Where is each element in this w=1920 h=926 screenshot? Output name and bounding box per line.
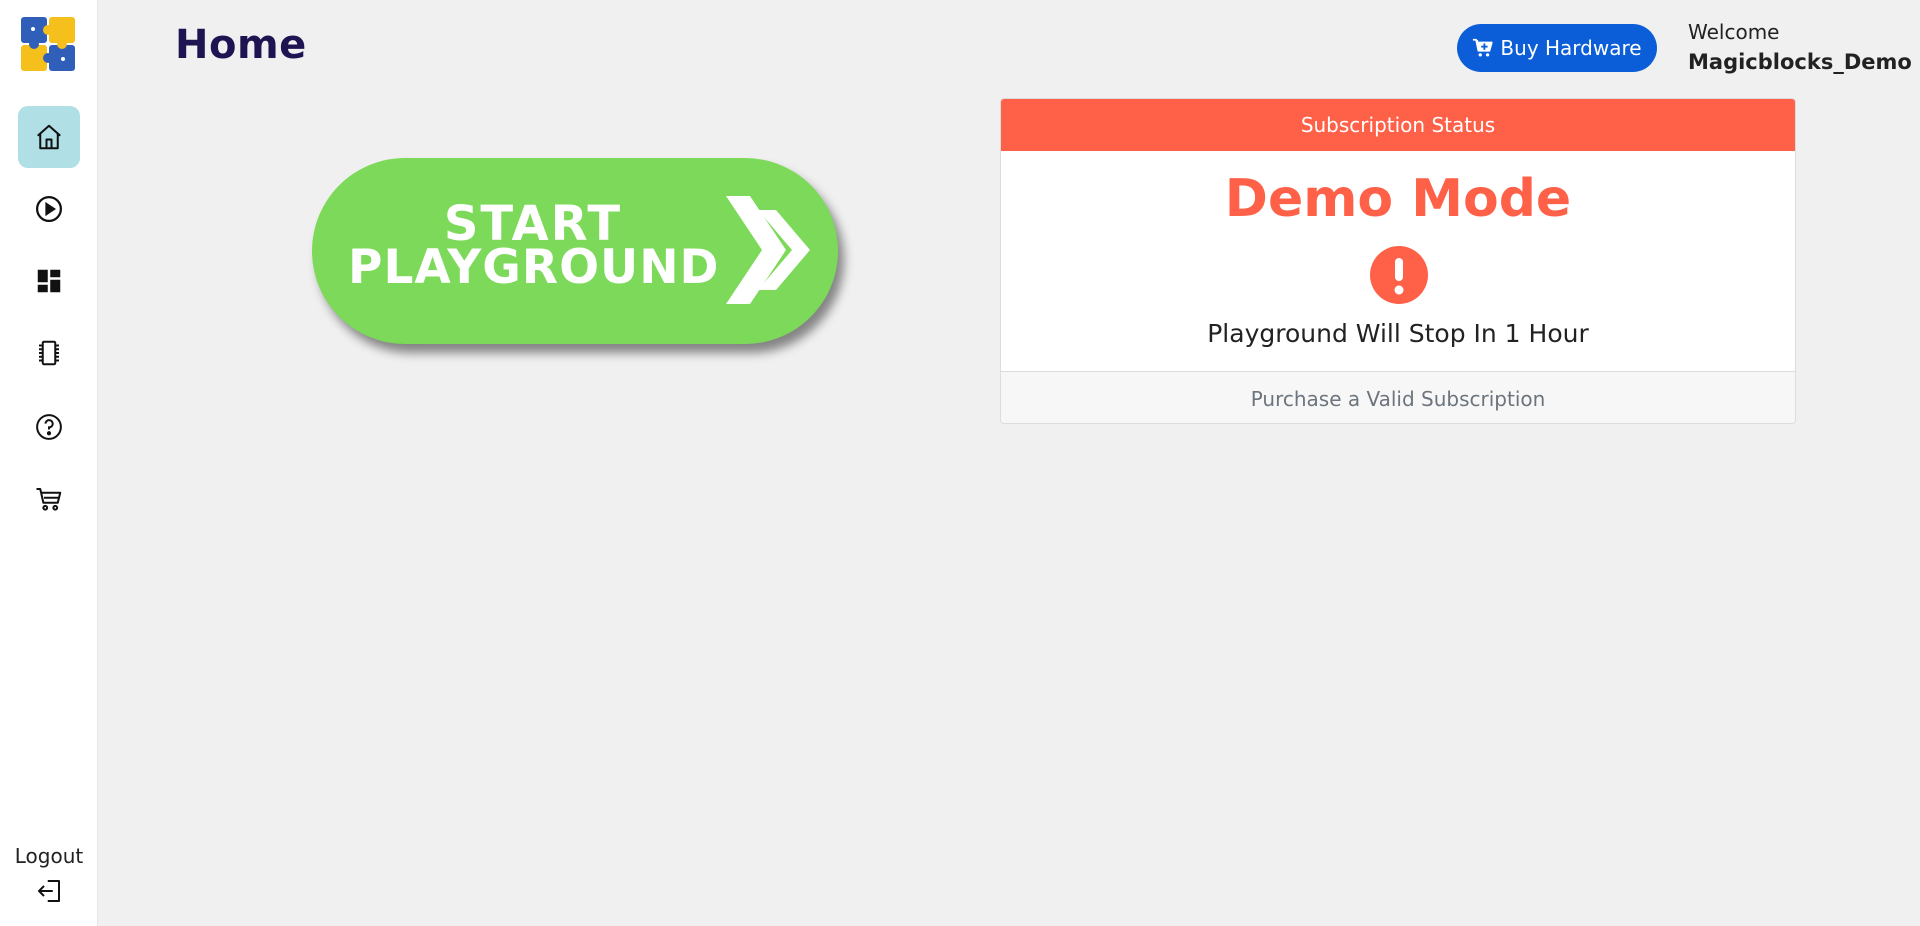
sidebar: Logout	[0, 0, 98, 926]
subscription-status-card: Subscription Status Demo Mode Playground…	[1000, 98, 1796, 424]
purchase-subscription-link[interactable]: Purchase a Valid Subscription	[1001, 371, 1795, 423]
double-chevron-right-icon	[726, 196, 810, 304]
play-circle-icon	[36, 196, 62, 222]
username: Magicblocks_Demo	[1688, 50, 1912, 74]
cart-plus-icon	[1473, 38, 1494, 57]
sidebar-item-dashboard[interactable]	[18, 250, 80, 312]
logout-icon	[38, 880, 60, 902]
start-label-line2: PLAYGROUND	[348, 240, 720, 295]
home-icon	[37, 124, 61, 150]
dashboard-icon	[37, 269, 61, 293]
sidebar-item-play[interactable]	[18, 178, 80, 240]
page-title: Home	[175, 22, 307, 68]
sidebar-item-home[interactable]	[18, 106, 80, 168]
device-chip-icon	[39, 340, 59, 366]
buy-hardware-button[interactable]: Buy Hardware	[1457, 24, 1657, 72]
help-circle-icon	[36, 414, 62, 440]
sidebar-item-devices[interactable]	[18, 322, 80, 384]
cart-icon	[36, 488, 62, 511]
buy-hardware-label: Buy Hardware	[1500, 36, 1642, 60]
logout-button[interactable]: Logout	[0, 844, 98, 906]
logout-label: Logout	[14, 844, 84, 868]
sidebar-item-cart[interactable]	[18, 468, 80, 530]
subscription-status-header: Subscription Status	[1001, 99, 1795, 151]
subscription-mode: Demo Mode	[1224, 169, 1572, 229]
exclamation-icon	[1370, 246, 1428, 304]
subscription-message: Playground Will Stop In 1 Hour	[1207, 319, 1589, 348]
logo-puzzle-icon	[21, 17, 75, 71]
welcome-label: Welcome	[1688, 20, 1780, 44]
start-playground-label: START PLAYGROUND	[348, 200, 720, 295]
start-playground-button[interactable]: START PLAYGROUND	[312, 158, 838, 344]
sidebar-item-help[interactable]	[18, 396, 80, 458]
